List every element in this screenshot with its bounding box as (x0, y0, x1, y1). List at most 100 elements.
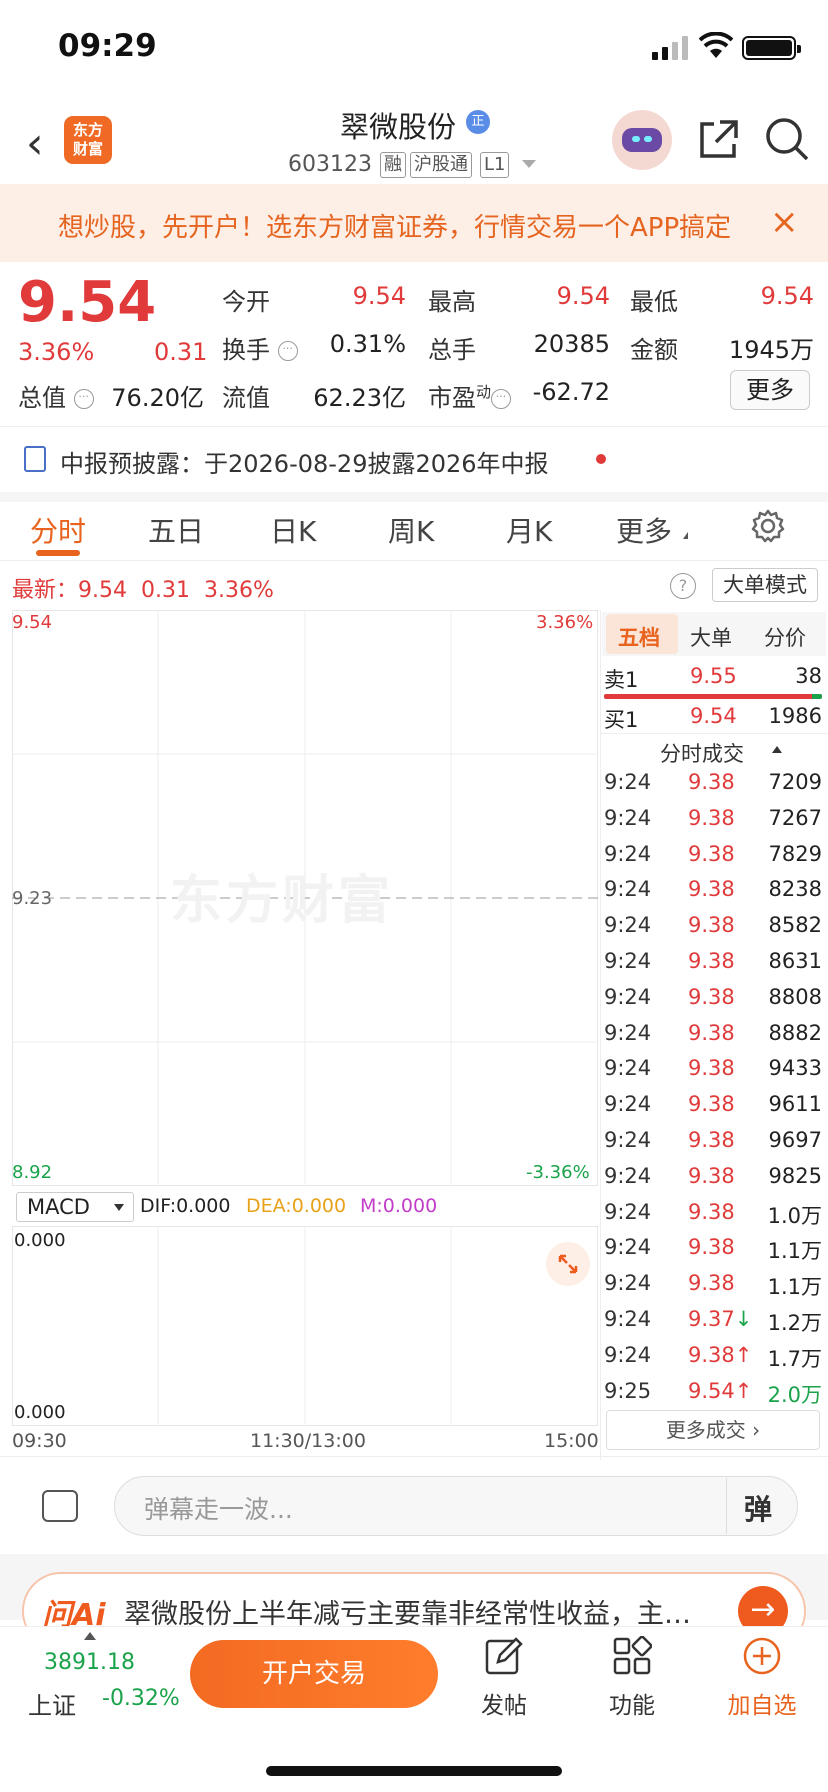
report-notice[interactable]: 中报预披露：于2026-08-29披露2026年中报 (60, 444, 549, 479)
trade-price: 9.38 (688, 984, 735, 1009)
value-volume: 20385 (533, 330, 610, 358)
trade-row: 9:24 9.38 7209 (604, 770, 822, 806)
big-order-mode-button[interactable]: 大单模式 (712, 568, 818, 602)
trade-volume: 1.7万 (767, 1346, 822, 1371)
caret-up-icon[interactable] (772, 746, 782, 753)
trade-time: 9:24 (604, 1271, 652, 1296)
index-name[interactable]: 上证 (28, 1686, 76, 1721)
info-icon[interactable]: ··· (277, 341, 298, 361)
info-icon[interactable]: ··· (73, 389, 94, 409)
sell1-price: 9.55 (690, 664, 737, 688)
caret-up-icon[interactable] (84, 1632, 96, 1640)
label-low: 最低 (630, 288, 678, 316)
back-button[interactable]: ‹ (26, 118, 44, 169)
wifi-icon (699, 32, 733, 58)
danmu-toggle-button[interactable]: 弹 (744, 1488, 772, 1528)
help-icon[interactable]: ? (670, 573, 696, 599)
more-trades-button[interactable]: 更多成交 › (606, 1410, 820, 1450)
y-axis-baseline: 9.23 (12, 888, 53, 909)
bid-ask-ratio-bar (604, 694, 822, 699)
tag-connect: 沪股通 (410, 152, 472, 178)
trade-volume: 2.0万 (767, 1382, 822, 1407)
chevron-down-icon (114, 1204, 124, 1211)
nav-functions[interactable]: 功能 (592, 1686, 672, 1720)
post-icon[interactable] (464, 1636, 544, 1680)
value-float-value: 62.23亿 (313, 384, 406, 412)
trade-time: 9:24 (604, 805, 652, 830)
trade-time: 9:24 (604, 1163, 652, 1188)
label-total-value: 总值 ··· (18, 378, 94, 413)
trades-title[interactable]: 分时成交 (660, 738, 744, 768)
tab-underline (36, 550, 80, 556)
y-axis-bottom: 8.92 (12, 1162, 53, 1183)
latest-quote: 最新：9.54 0.31 3.36% (12, 578, 274, 603)
y-axis-top: 9.54 (12, 612, 53, 633)
trade-price: 9.38 (688, 1056, 735, 1081)
trade-volume: 8582 (768, 913, 822, 938)
trade-time: 9:24 (604, 984, 652, 1009)
index-value[interactable]: 3891.18 (44, 1650, 135, 1675)
trade-volume: 1.2万 (767, 1311, 822, 1335)
trade-row: 9:24 9.38 7267 (604, 806, 822, 842)
trade-time: 9:25 (604, 1378, 652, 1403)
tab-intraday[interactable]: 分时 (30, 510, 86, 550)
index-change[interactable]: -0.32% (102, 1686, 180, 1711)
tab-price-dist[interactable]: 分价 (764, 622, 806, 652)
more-quote-button[interactable]: 更多 (730, 370, 810, 410)
promo-banner-text[interactable]: 想炒股，先开户！选东方财富证券，行情交易一个APP搞定 (58, 207, 748, 244)
trade-volume: 7829 (768, 841, 822, 866)
trade-time: 9:24 (604, 1020, 652, 1045)
tab-big-orders[interactable]: 大单 (690, 622, 732, 652)
tab-weekly-k[interactable]: 周K (388, 510, 434, 550)
gear-icon[interactable] (750, 508, 786, 544)
trade-volume: 9825 (768, 1163, 822, 1188)
change-percent: 3.36% (18, 338, 95, 366)
trade-row: 9:24 9.38 9825 (604, 1164, 822, 1200)
trade-row: 9:24 9.38 7829 (604, 842, 822, 878)
label-pe: 市盈动 ··· (428, 378, 512, 413)
label-amount: 金额 (630, 336, 678, 364)
add-watchlist-icon[interactable] (722, 1636, 802, 1680)
trade-row: 9:24 9.38 8631 (604, 949, 822, 985)
chevron-down-icon[interactable] (522, 160, 536, 168)
nav-post[interactable]: 发帖 (464, 1686, 544, 1720)
share-icon[interactable] (696, 118, 740, 162)
open-account-button[interactable]: 开户交易 (190, 1640, 438, 1708)
nav-add-watchlist[interactable]: 加自选 (722, 1686, 802, 1720)
tab-five-day[interactable]: 五日 (148, 510, 204, 550)
trade-volume: 8808 (768, 984, 822, 1009)
trade-volume: 1.1万 (767, 1239, 822, 1264)
divider (0, 426, 828, 427)
tab-monthly-k[interactable]: 月K (506, 510, 552, 550)
close-icon[interactable]: × (770, 202, 799, 242)
trade-time: 9:24 (604, 770, 652, 794)
danmu-settings-icon[interactable] (42, 1490, 78, 1522)
search-icon[interactable] (764, 116, 810, 162)
expand-icon[interactable] (546, 1242, 590, 1286)
trade-volume: 9433 (768, 1056, 822, 1081)
divider (0, 1456, 828, 1457)
tab-daily-k[interactable]: 日K (270, 510, 316, 550)
label-turnover: 换手 ··· (222, 330, 298, 365)
tag-level: L1 (480, 152, 510, 178)
trade-price: 9.54↑ (688, 1378, 753, 1403)
tab-more[interactable]: 更多 (616, 510, 672, 550)
trade-time: 9:24 (604, 913, 652, 938)
trade-volume: 8631 (768, 949, 822, 973)
macd-chart[interactable] (12, 1226, 598, 1426)
danmu-placeholder[interactable]: 弹幕走一波... (144, 1490, 293, 1526)
trade-price: 9.38 (688, 841, 735, 866)
trade-row: 9:24 9.38 8882 (604, 1021, 822, 1057)
app-logo: 东方 财富 (64, 116, 112, 164)
trade-row: 9:24 9.38 8808 (604, 985, 822, 1021)
signal-icon (652, 36, 688, 60)
change-amount: 0.31 (154, 338, 208, 366)
tab-five-levels[interactable]: 五档 (618, 622, 660, 652)
trade-time: 9:24 (604, 1342, 652, 1367)
ai-robot-icon[interactable] (612, 110, 672, 170)
macd-m: M:0.000 (360, 1195, 438, 1217)
trade-price: 9.38 (688, 949, 735, 973)
grid-icon[interactable] (592, 1635, 672, 1680)
unread-dot (596, 454, 606, 464)
trade-row: 9:24 9.38 1.0万 (604, 1200, 822, 1236)
